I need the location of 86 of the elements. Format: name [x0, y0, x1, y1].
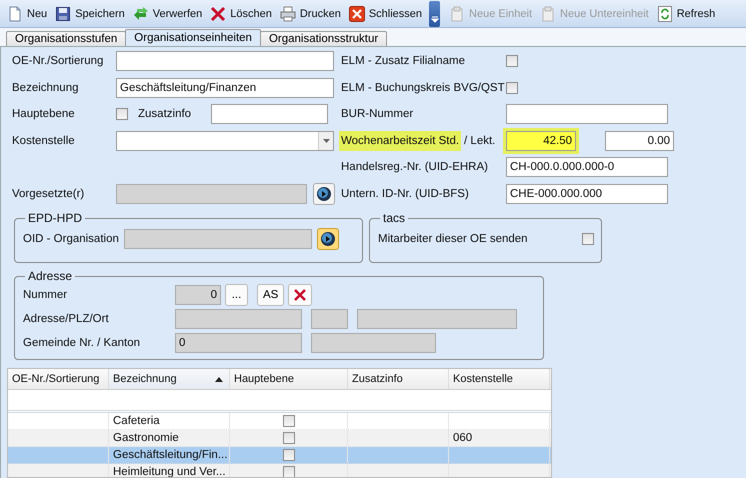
field-label: ELM - Buchungskreis BVG/QST [341, 82, 506, 94]
sort-ascending-icon [215, 376, 223, 382]
input-field[interactable] [124, 229, 312, 249]
toolbar-button[interactable]: Speichern [52, 2, 129, 26]
checkbox[interactable] [116, 108, 128, 120]
field-label: Untern. ID-Nr. (UID-BFS) [341, 188, 470, 200]
dropdown-button[interactable] [318, 132, 333, 150]
input-field[interactable]: 0 [175, 333, 302, 353]
field-label: Bezeichnung [12, 82, 80, 94]
input-field[interactable] [357, 309, 517, 329]
toolbar-button[interactable]: Schliessen [346, 2, 426, 26]
field-label: BUR-Nummer [341, 108, 414, 120]
input-field[interactable] [116, 51, 334, 72]
input-field[interactable] [175, 309, 302, 329]
group-title: Adresse [27, 269, 74, 283]
document-icon [7, 6, 23, 22]
checkbox[interactable] [282, 466, 294, 477]
checkbox[interactable] [506, 55, 518, 68]
toolbar-button[interactable]: Löschen [207, 2, 276, 26]
printer-icon [280, 6, 296, 22]
input-field[interactable]: 0.00 [605, 130, 674, 151]
column-header[interactable]: Kostenstelle [449, 369, 550, 389]
table-cell: Gastronomie [113, 432, 179, 444]
field-label: Zusatzinfo [138, 108, 192, 120]
swap-arrows-icon [132, 6, 149, 22]
field-label: Vorgesetzte(r) [12, 188, 86, 200]
table-row[interactable]: Geschäftsleitung/Fin... [8, 447, 551, 464]
delete-icon [293, 288, 308, 302]
checkbox[interactable] [282, 432, 294, 444]
play-disc-icon [320, 231, 336, 247]
column-header[interactable]: Hauptebene [230, 369, 348, 389]
toolbar-button[interactable]: Verwerfen [130, 2, 206, 26]
field-label: / Lekt. [464, 134, 496, 147]
table-cell: 060 [453, 432, 472, 444]
column-header[interactable]: Bezeichnung [109, 369, 230, 389]
lookup-button[interactable] [313, 182, 335, 205]
tab[interactable]: Organisationsstufen [6, 31, 126, 46]
delete-icon [210, 6, 226, 22]
field-label: Hauptebene [12, 108, 76, 120]
checkbox[interactable] [282, 449, 294, 461]
field-label: OID - Organisation [23, 233, 119, 245]
field-label: Handelsreg.-Nr. (UID-EHRA) [341, 161, 489, 174]
delete-button[interactable] [288, 284, 312, 306]
browse-button[interactable]: ... [225, 284, 248, 306]
as-button[interactable]: AS [257, 284, 284, 306]
checkbox[interactable] [582, 233, 594, 245]
caret-icon [322, 138, 330, 143]
field-label: Wochenarbeitszeit Std. [339, 130, 462, 151]
table-cell: Cafeteria [113, 415, 160, 427]
input-field[interactable] [311, 333, 436, 353]
dropdown-field[interactable] [116, 130, 334, 151]
tab[interactable]: Organisationseinheiten [125, 29, 261, 46]
input-field[interactable] [116, 184, 307, 204]
tab[interactable]: Organisationsstruktur [260, 31, 388, 46]
field-label: ELM - Zusatz Filialname [341, 55, 466, 68]
refresh-icon [656, 6, 673, 22]
input-field[interactable]: Geschäftsleitung/Finanzen [116, 78, 334, 98]
input-field[interactable] [311, 309, 348, 329]
checkbox[interactable] [506, 82, 518, 94]
field-label: OE-Nr./Sortierung [12, 55, 104, 68]
field-label: Kostenstelle [12, 134, 76, 147]
group-title: EPD-HPD [27, 211, 84, 225]
caret-icon [430, 14, 439, 22]
toolbar-overflow-button[interactable] [429, 0, 440, 26]
table-cell: Geschäftsleitung/Fin... [113, 449, 228, 461]
field-label: Mitarbeiter dieser OE senden [378, 233, 528, 245]
close-icon [348, 6, 365, 22]
input-field[interactable] [211, 104, 328, 124]
toolbar-button[interactable]: Refresh [654, 2, 720, 26]
input-field[interactable]: CH-000.0.000.000-0 [506, 157, 668, 178]
input-field[interactable]: 0 [175, 285, 221, 305]
table-row[interactable]: Cafeteria [8, 413, 551, 430]
column-header[interactable]: Zusatzinfo [348, 369, 449, 389]
play-disc-icon [316, 186, 332, 202]
toolbar-button[interactable]: Drucken [276, 2, 345, 26]
checkbox[interactable] [282, 415, 294, 427]
group-title: tacs [382, 211, 406, 225]
input-field[interactable]: CHE-000.000.000 [506, 184, 668, 204]
field-label: Gemeinde Nr. / Kanton [23, 337, 141, 349]
lookup-button[interactable] [316, 228, 339, 250]
field-label: Nummer [23, 289, 68, 301]
table-row[interactable]: Gastronomie 060 [8, 430, 551, 447]
input-field[interactable]: 42.50 [506, 130, 576, 151]
field-label: Adresse/PLZ/Ort [23, 313, 110, 325]
toolbar-button[interactable]: Neu [4, 2, 52, 26]
input-field[interactable] [506, 104, 668, 124]
